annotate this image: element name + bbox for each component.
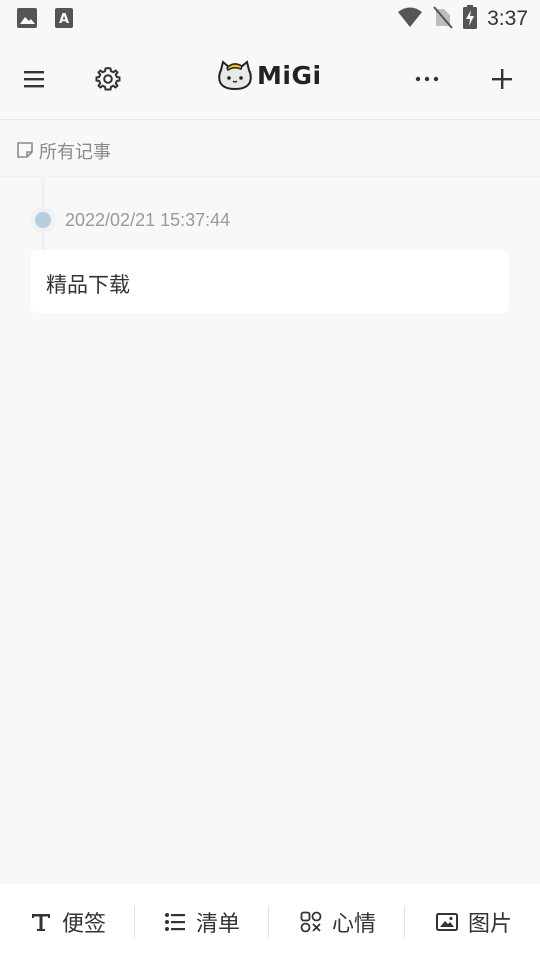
menu-button[interactable]	[15, 59, 55, 99]
wifi-icon	[397, 6, 423, 32]
menu-icon	[24, 71, 44, 88]
battery-charging-icon	[463, 5, 478, 33]
tab-mood-label: 心情	[332, 912, 377, 937]
tab-divider	[134, 906, 135, 938]
more-button[interactable]	[407, 59, 447, 99]
tab-image-label: 图片	[468, 912, 513, 937]
status-bar: A 3:37	[0, 0, 540, 38]
list-icon	[165, 913, 185, 931]
app-logo: MiGi	[217, 60, 322, 90]
note-date: 2022/02/21 15:37:44	[65, 210, 231, 230]
breadcrumb-label: 所有记事	[39, 142, 111, 163]
note-icon	[16, 141, 34, 163]
app-header: MiGi	[0, 38, 540, 120]
status-left-icons: A	[16, 7, 74, 33]
svg-text:A: A	[59, 12, 69, 27]
status-time: 3:37	[487, 7, 528, 30]
more-icon	[415, 76, 439, 82]
text-icon	[32, 914, 50, 931]
breadcrumb[interactable]: 所有记事	[0, 121, 540, 177]
mood-icon	[300, 911, 322, 933]
settings-button[interactable]	[88, 59, 128, 99]
add-icon	[492, 69, 512, 89]
tab-checklist-label: 清单	[196, 912, 241, 937]
no-sim-icon	[433, 5, 453, 33]
image-icon	[436, 913, 458, 931]
tab-mood[interactable]: 心情	[300, 884, 376, 960]
font-icon: A	[54, 7, 74, 33]
note-card[interactable]: 精品下载	[31, 250, 509, 313]
tab-memo[interactable]: 便签	[30, 884, 106, 960]
add-button[interactable]	[482, 59, 522, 99]
tab-image[interactable]: 图片	[436, 884, 512, 960]
tab-memo-label: 便签	[62, 912, 107, 937]
status-right-icons: 3:37	[397, 5, 528, 33]
app-logo-text: MiGi	[257, 60, 322, 90]
note-text: 精品下载	[46, 273, 130, 297]
bottom-toolbar: 便签 清单 心情 图片	[0, 884, 540, 960]
gallery-icon	[16, 7, 38, 33]
tab-divider	[404, 906, 405, 938]
tab-checklist[interactable]: 清单	[164, 884, 240, 960]
cat-mascot-icon	[218, 60, 252, 90]
tab-divider	[268, 906, 269, 938]
timeline-dot	[35, 212, 51, 228]
settings-icon	[95, 66, 121, 91]
